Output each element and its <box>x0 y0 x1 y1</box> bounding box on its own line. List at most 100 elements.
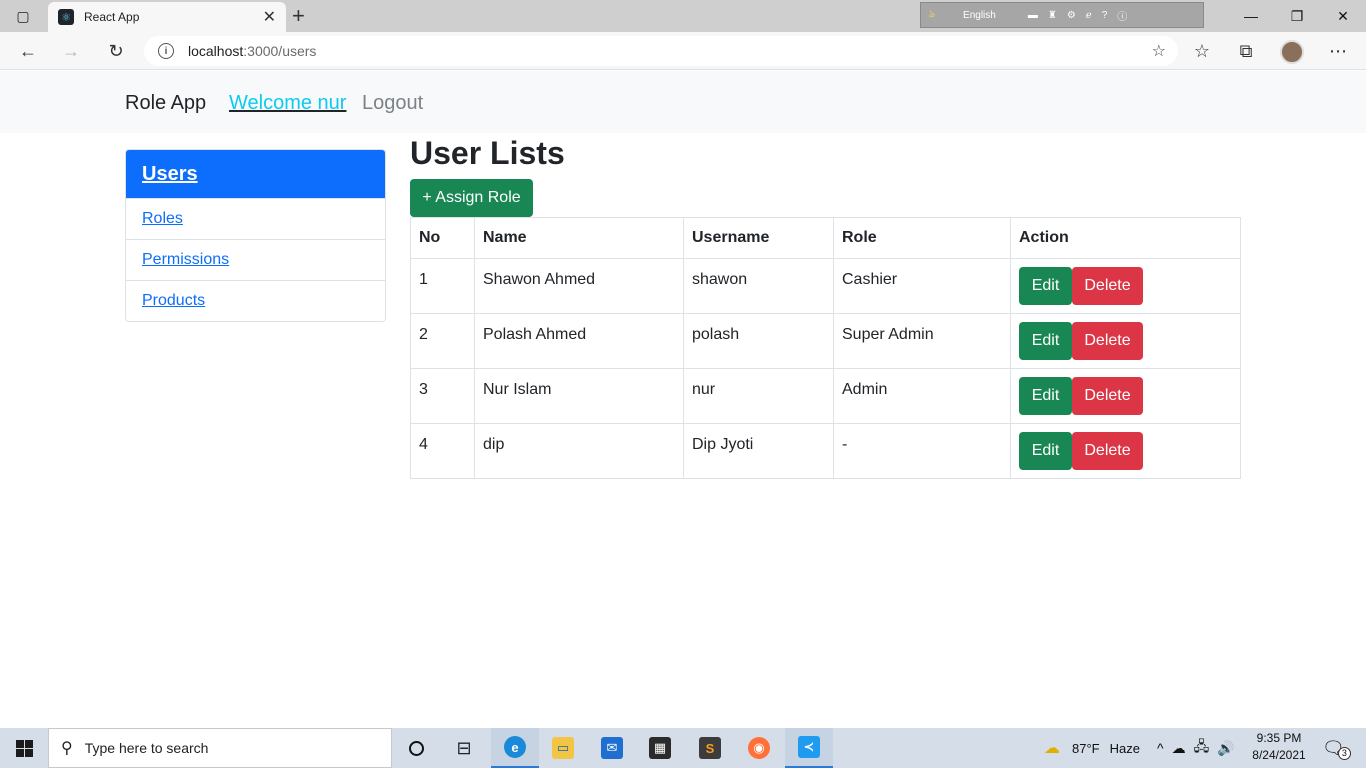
cell-name: Shawon Ahmed <box>474 258 684 314</box>
store-icon[interactable]: ▦ <box>636 728 684 768</box>
column-header-username: Username <box>683 217 834 259</box>
system-tray: ^ ☁ 🖧 🔊 <box>1157 728 1235 768</box>
cell-action: Edit Delete <box>1010 258 1241 314</box>
column-header-role: Role <box>833 217 1011 259</box>
notifications-icon[interactable]: 🗨 3 <box>1322 728 1351 768</box>
cell-name: Polash Ahmed <box>474 313 684 369</box>
cell-no: 3 <box>410 368 475 424</box>
language-bar[interactable]: ঌ English ▬ ♜ ⚙ ℯ ? ⓘ <box>920 2 1204 28</box>
welcome-link[interactable]: Welcome nur <box>229 92 346 115</box>
keyboard-icon: ▬ <box>1027 9 1038 21</box>
back-icon[interactable]: ← <box>15 38 41 64</box>
chess-icon: ♜ <box>1047 9 1057 21</box>
profile-avatar[interactable] <box>1280 40 1304 64</box>
show-hidden-icons-icon[interactable]: ^ <box>1157 740 1164 756</box>
sidebar-item-label[interactable]: Permissions <box>142 251 229 269</box>
taskbar-search-box[interactable]: ⚲ Type here to search <box>48 728 392 768</box>
cell-role: Super Admin <box>833 313 1011 369</box>
sidebar-item-permissions[interactable]: Permissions <box>126 239 385 280</box>
search-placeholder: Type here to search <box>84 740 209 756</box>
sidebar-item-roles[interactable]: Roles <box>126 198 385 239</box>
close-window-icon[interactable]: ✕ <box>1320 0 1366 32</box>
cell-action: Edit Delete <box>1010 313 1241 369</box>
settings-icon: ⚙ <box>1066 9 1076 21</box>
table-row: 2 Polash Ahmed polash Super Admin Edit De… <box>410 313 1241 369</box>
url-path: :3000/users <box>243 43 317 59</box>
cell-role: Admin <box>833 368 1011 424</box>
add-favorite-icon[interactable]: ☆ <box>1152 41 1166 61</box>
search-icon: ⚲ <box>61 740 73 757</box>
volume-icon[interactable]: 🔊 <box>1217 740 1234 757</box>
cell-no: 4 <box>410 423 475 479</box>
ime-icon: ঌ <box>929 8 936 20</box>
cell-action: Edit Delete <box>1010 423 1241 479</box>
minimize-icon[interactable]: — <box>1228 0 1274 32</box>
mail-icon[interactable]: ✉ <box>588 728 636 768</box>
cell-action: Edit Delete <box>1010 368 1241 424</box>
logout-link[interactable]: Logout <box>362 92 423 115</box>
refresh-icon[interactable]: ↻ <box>103 38 129 64</box>
cell-username: polash <box>683 313 834 369</box>
url-host: localhost <box>188 43 244 59</box>
cell-role: Cashier <box>833 258 1011 314</box>
sidebar-list: Users Roles Permissions Products <box>125 149 386 322</box>
weather-temperature: 87°F <box>1072 740 1100 756</box>
sublime-text-icon[interactable]: S <box>686 728 734 768</box>
weather-description: Haze <box>1109 740 1140 756</box>
task-view-icon[interactable]: ⊟ <box>440 728 488 768</box>
clock-time: 9:35 PM <box>1256 731 1302 745</box>
sidebar-item-label[interactable]: Products <box>142 292 205 310</box>
cell-role: - <box>833 423 1011 479</box>
page-title: User Lists <box>410 135 565 171</box>
windows-start-icon[interactable] <box>0 728 48 768</box>
help-icon: ? <box>1101 9 1108 21</box>
sidebar-item-products[interactable]: Products <box>126 280 385 321</box>
file-explorer-icon[interactable]: ▭ <box>539 728 587 768</box>
edge-taskbar-icon[interactable]: e <box>491 728 539 768</box>
column-header-no: No <box>410 217 475 259</box>
browser-tab[interactable]: ⚛ React App ✕ <box>48 2 286 32</box>
site-info-icon[interactable]: i <box>158 43 174 59</box>
assign-role-button[interactable]: + Assign Role <box>410 179 533 217</box>
taskbar-clock[interactable]: 9:35 PM 8/24/2021 <box>1248 730 1310 764</box>
firefox-icon[interactable]: ◉ <box>735 728 783 768</box>
vscode-icon[interactable]: ≺ <box>785 728 833 768</box>
brand-link[interactable]: Role App <box>125 92 206 115</box>
delete-button[interactable]: Delete <box>1072 322 1143 360</box>
browser-tab-bar: ▢ ⚛ React App ✕ + ঌ English ▬ ♜ ⚙ ℯ ? ⓘ … <box>0 0 1366 32</box>
network-icon[interactable]: 🖧 <box>1194 736 1210 760</box>
edit-button[interactable]: Edit <box>1019 322 1072 360</box>
edit-button[interactable]: Edit <box>1019 377 1072 415</box>
table-row: 1 Shawon Ahmed shawon Cashier Edit Delete <box>410 258 1241 314</box>
table-row: 3 Nur Islam nur Admin Edit Delete <box>410 368 1241 424</box>
favorites-icon[interactable]: ☆ <box>1189 38 1215 64</box>
cortana-icon[interactable] <box>392 728 440 768</box>
edit-button[interactable]: Edit <box>1019 267 1072 305</box>
new-tab-icon[interactable]: + <box>292 4 305 28</box>
cell-no: 1 <box>410 258 475 314</box>
onedrive-icon[interactable]: ☁ <box>1172 740 1186 757</box>
users-table: No Name Username Role Action 1 Shawon Ah… <box>410 217 1241 479</box>
sidebar-item-label[interactable]: Users <box>142 163 198 186</box>
edit-button[interactable]: Edit <box>1019 432 1072 470</box>
sidebar-item-label[interactable]: Roles <box>142 210 183 228</box>
url-field[interactable]: i localhost:3000/users ☆ <box>144 36 1178 66</box>
column-header-name: Name <box>474 217 684 259</box>
cell-username: nur <box>683 368 834 424</box>
collections-icon[interactable]: ⧉ <box>1233 38 1259 64</box>
cell-name: Nur Islam <box>474 368 684 424</box>
delete-button[interactable]: Delete <box>1072 267 1143 305</box>
weather-icon: ☁ <box>1044 740 1060 757</box>
delete-button[interactable]: Delete <box>1072 432 1143 470</box>
forward-icon: → <box>62 40 80 61</box>
edge-icon: ℯ <box>1085 9 1092 21</box>
cell-name: dip <box>474 423 684 479</box>
more-options-icon[interactable]: ⋯ <box>1325 38 1351 64</box>
weather-widget[interactable]: ☁ 87°F Haze <box>1044 728 1140 768</box>
close-tab-icon[interactable]: ✕ <box>263 7 276 27</box>
notification-count: 3 <box>1337 746 1351 760</box>
restore-icon[interactable]: ❐ <box>1274 0 1320 32</box>
sidebar-item-users[interactable]: Users <box>126 150 385 198</box>
delete-button[interactable]: Delete <box>1072 377 1143 415</box>
tab-actions-icon[interactable]: ▢ <box>0 0 46 32</box>
